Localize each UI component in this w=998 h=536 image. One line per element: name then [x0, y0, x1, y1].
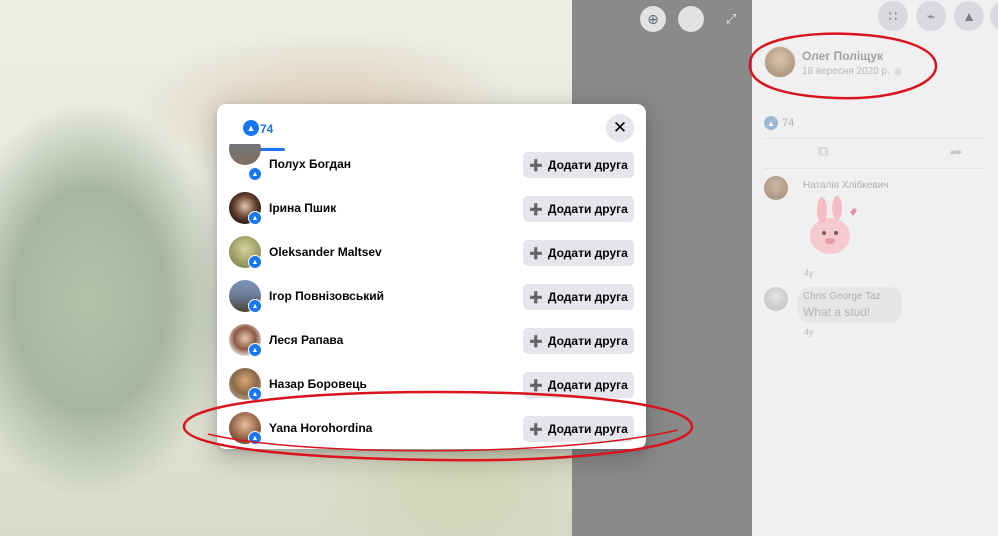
post-date-text: 18 вересня 2020 р.: [802, 66, 890, 77]
person-name[interactable]: Леся Рапава: [269, 333, 343, 347]
zoom-in-icon: ⊕: [647, 10, 659, 27]
reactions-list[interactable]: ▲ Полух Богдан ➕ Додати друга ▲ Ірина Пш…: [217, 144, 646, 449]
like-badge-icon: ▲: [248, 343, 262, 357]
add-friend-label: Додати друга: [547, 422, 628, 436]
author-name[interactable]: Олег Поліщук: [802, 49, 883, 63]
add-friend-button[interactable]: ➕ Додати друга: [523, 416, 634, 442]
like-badge-icon: ▲: [248, 167, 262, 181]
post-author: Олег Поліщук 18 вересня 2020 р. ◎: [764, 46, 994, 82]
comment-author[interactable]: Наталія Хлібкевич: [803, 180, 888, 191]
like-icon: ▲: [243, 120, 259, 136]
comment-time[interactable]: 4у: [804, 268, 814, 278]
list-item: ▲ Oleksander Maltsev ➕ Додати друга: [217, 231, 646, 275]
add-friend-icon: ➕: [529, 423, 543, 436]
comment: Chris George Taz What a stud! 4у: [764, 287, 994, 343]
avatar[interactable]: [764, 176, 788, 200]
list-item: ▲ Ігор Повнізовський ➕ Додати друга: [217, 275, 646, 319]
pink-bunny-sticker: [810, 196, 857, 254]
messenger-button[interactable]: ⌁: [916, 1, 946, 31]
reaction-count: 74: [260, 122, 274, 136]
avatar[interactable]: [764, 287, 788, 311]
add-friend-icon: ➕: [529, 379, 543, 392]
add-friend-label: Додати друга: [547, 246, 628, 260]
like-icon: ▲: [764, 116, 778, 130]
messenger-icon: ⌁: [926, 7, 936, 24]
account-button[interactable]: [990, 1, 998, 31]
person-name[interactable]: Полух Богдан: [269, 157, 351, 171]
list-item: ▲ Леся Рапава ➕ Додати друга: [217, 319, 646, 363]
list-item: ▲ Ірина Пшик ➕ Додати друга: [217, 187, 646, 231]
person-name[interactable]: Yana Horohordina: [269, 421, 372, 435]
person-name[interactable]: Ігор Повнізовський: [269, 289, 384, 303]
list-item: ▲ Полух Богдан ➕ Додати друга: [217, 144, 646, 187]
add-friend-button[interactable]: ➕ Додати друга: [523, 328, 634, 354]
menu-grid-icon: ∷: [888, 7, 898, 24]
add-friend-button[interactable]: ➕ Додати друга: [523, 196, 634, 222]
divider: [764, 138, 986, 139]
like-badge-icon: ▲: [248, 387, 262, 401]
add-friend-label: Додати друга: [547, 378, 628, 392]
menu-button[interactable]: ∷: [878, 1, 908, 31]
add-friend-icon: ➕: [529, 159, 543, 172]
notifications-button[interactable]: ▲: [954, 1, 984, 31]
avatar[interactable]: [229, 144, 261, 165]
reactions-dialog: ▲ 74 ✕ ▲ Полух Богдан ➕ Додати друга ▲ І…: [217, 104, 646, 449]
fullscreen-button[interactable]: ⤢: [718, 6, 744, 32]
reaction-count: 74: [782, 117, 795, 129]
add-friend-label: Додати друга: [547, 158, 628, 172]
bell-icon: ▲: [962, 8, 976, 24]
close-button[interactable]: ✕: [606, 114, 634, 142]
comment-time[interactable]: 4у: [804, 327, 814, 337]
comment: Наталія Хлібкевич 4у: [764, 176, 994, 286]
comment-author[interactable]: Chris George Taz: [803, 291, 881, 302]
person-name[interactable]: Назар Боровець: [269, 377, 367, 391]
like-badge-icon: ▲: [248, 255, 262, 269]
person-name[interactable]: Oleksander Maltsev: [269, 245, 382, 259]
add-friend-label: Додати друга: [547, 290, 628, 304]
zoom-in-button[interactable]: ⊕: [640, 6, 666, 32]
divider: [764, 168, 986, 169]
reaction-summary[interactable]: ▲ 74: [764, 116, 794, 130]
add-friend-button[interactable]: ➕ Додати друга: [523, 240, 634, 266]
post-date[interactable]: 18 вересня 2020 р. ◎: [802, 66, 902, 77]
add-friend-icon: ➕: [529, 203, 543, 216]
add-friend-icon: ➕: [529, 291, 543, 304]
add-friend-icon: ➕: [529, 247, 543, 260]
globe-icon: ◎: [893, 66, 902, 76]
add-friend-icon: ➕: [529, 335, 543, 348]
comment-text: What a stud!: [803, 305, 871, 319]
link-icon[interactable]: ⧉: [818, 143, 829, 160]
like-badge-icon: ▲: [248, 299, 262, 313]
top-navigation: ∷ ⌁ ▲: [752, 0, 998, 32]
share-icon[interactable]: ➦: [950, 143, 963, 161]
add-friend-button[interactable]: ➕ Додати друга: [523, 152, 634, 178]
list-item: ▲ Назар Боровець ➕ Додати друга: [217, 363, 646, 407]
close-icon: ✕: [612, 118, 628, 137]
avatar[interactable]: [764, 46, 796, 78]
person-name[interactable]: Ірина Пшик: [269, 201, 336, 215]
list-item: ▲ Yana Horohordina ➕ Додати друга: [217, 407, 646, 449]
tag-button[interactable]: [678, 6, 704, 32]
add-friend-button[interactable]: ➕ Додати друга: [523, 284, 634, 310]
fullscreen-icon: ⤢: [725, 11, 737, 26]
like-badge-icon: ▲: [248, 431, 262, 445]
add-friend-button[interactable]: ➕ Додати друга: [523, 372, 634, 398]
post-details-panel: ∷ ⌁ ▲ Олег Поліщук 18 вересня 2020 р. ◎ ▲…: [752, 0, 998, 536]
add-friend-label: Додати друга: [547, 334, 628, 348]
like-badge-icon: ▲: [248, 211, 262, 225]
add-friend-label: Додати друга: [547, 202, 628, 216]
